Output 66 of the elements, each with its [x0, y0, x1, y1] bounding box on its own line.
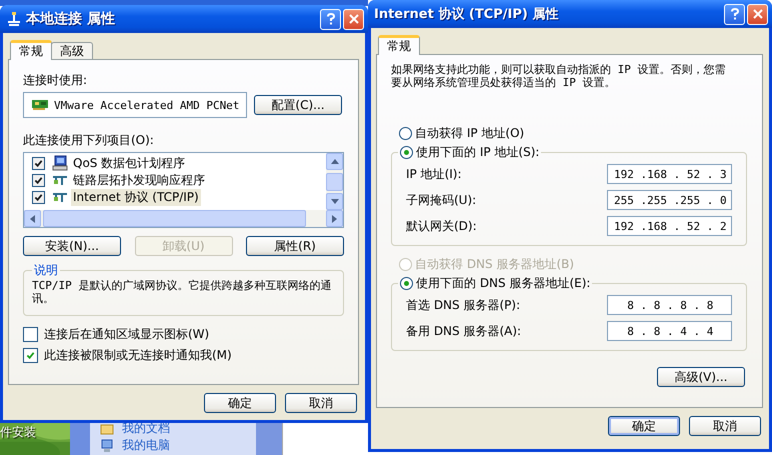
dialog-button[interactable]: 取消 [285, 393, 357, 413]
ip-address-field[interactable]: 8 . 8 . 8 . 8 [607, 295, 732, 315]
computer-icon [100, 438, 114, 452]
list-item[interactable]: Internet 协议 (TCP/IP) [71, 188, 201, 206]
ip-address-field[interactable]: 255 .255 .255 . 0 [607, 190, 732, 210]
computer-icon [52, 155, 68, 171]
network-card-icon [32, 99, 48, 111]
window-title: Internet 协议 (TCP/IP) 属性 [374, 6, 560, 23]
close-icon [348, 14, 358, 24]
dialog-button[interactable]: 确定 [608, 416, 680, 436]
task-link[interactable]: 我的文档 [122, 420, 170, 437]
action-button[interactable]: 属性(R) [246, 236, 344, 256]
advanced-button[interactable]: 高级(V)... [657, 367, 745, 387]
tab[interactable]: 常规 [378, 35, 420, 55]
sidebar-panel [256, 420, 282, 455]
right-arrow-icon [332, 214, 337, 222]
close-button[interactable] [343, 8, 364, 30]
intro-text: 如果网络支持此功能，则可以获取自动指派的 IP 设置。否则，您需要从网络系统管理员处获得适当的 IP 设置。 [391, 63, 726, 89]
checkmark-icon [26, 351, 35, 360]
ip-address-field[interactable]: 8 . 8 . 4 . 4 [607, 321, 732, 341]
question-mark-icon [730, 8, 740, 20]
field-label: 首选 DNS 服务器(P): [406, 296, 520, 314]
field-label: IP 地址(I): [406, 166, 462, 182]
radio-button[interactable]: 使用下面的 DNS 服务器地址(E): [400, 275, 590, 292]
help-button[interactable] [320, 8, 341, 30]
field-label: 子网掩码(U): [406, 192, 476, 208]
checkbox[interactable] [32, 174, 45, 186]
question-mark-icon [326, 13, 336, 25]
dialog-button[interactable]: 确定 [204, 393, 276, 413]
sidebar-panel [70, 420, 90, 455]
dialog-button[interactable]: 取消 [689, 416, 761, 436]
network-icon [6, 11, 22, 27]
window-title: 本地连接 属性 [26, 10, 116, 28]
folder-icon [100, 422, 114, 436]
description-group: 说明 TCP/IP 是默认的广域网协议。它提供跨越多种互联网络的通讯。 [23, 262, 344, 316]
scrollbar[interactable] [326, 153, 343, 210]
radio-button[interactable]: 自动获得 IP 地址(O) [391, 125, 747, 142]
list-item[interactable]: 链路层拓扑发现响应程序 [71, 172, 207, 188]
task-link[interactable]: 我的电脑 [122, 437, 170, 454]
adapter-field: VMware Accelerated AMD PCNet [23, 92, 247, 118]
close-button[interactable] [747, 4, 768, 24]
close-icon [752, 9, 762, 19]
checkbox[interactable] [23, 327, 38, 342]
section-label: 连接时使用: [23, 72, 88, 89]
field-label: 默认网关(D): [406, 218, 477, 234]
field-label: 备用 DNS 服务器(A): [406, 322, 522, 340]
up-arrow-icon [330, 159, 338, 164]
left-arrow-icon [30, 214, 35, 222]
help-button[interactable] [724, 4, 745, 24]
scrollbar[interactable] [24, 210, 343, 227]
checkbox-label: 此连接被限制或无连接时通知我(M) [44, 347, 232, 364]
radio-button[interactable]: 使用下面的 IP 地址(S): [400, 144, 540, 161]
action-button[interactable]: 安装(N)... [23, 236, 121, 256]
list-item[interactable]: QoS 数据包计划程序 [71, 154, 188, 172]
configure-button[interactable]: 配置(C)... [254, 95, 342, 115]
down-arrow-icon [330, 199, 338, 204]
ip-address-field[interactable]: 192 .168 . 52 . 2 [607, 216, 732, 236]
checkbox[interactable] [23, 348, 38, 363]
description-text: TCP/IP 是默认的广域网协议。它提供跨越多种互联网络的通讯。 [32, 279, 332, 305]
section-label: 此连接使用下列项目(O): [23, 132, 155, 149]
tab[interactable]: 常规 [10, 40, 52, 60]
checkbox-label: 连接后在通知区域显示图标(W) [44, 326, 210, 343]
tab[interactable]: 高级 [51, 42, 93, 59]
checkbox[interactable] [32, 190, 45, 204]
checkbox[interactable] [32, 156, 45, 170]
ip-address-field[interactable]: 192 .168 . 52 . 3 [607, 164, 732, 184]
